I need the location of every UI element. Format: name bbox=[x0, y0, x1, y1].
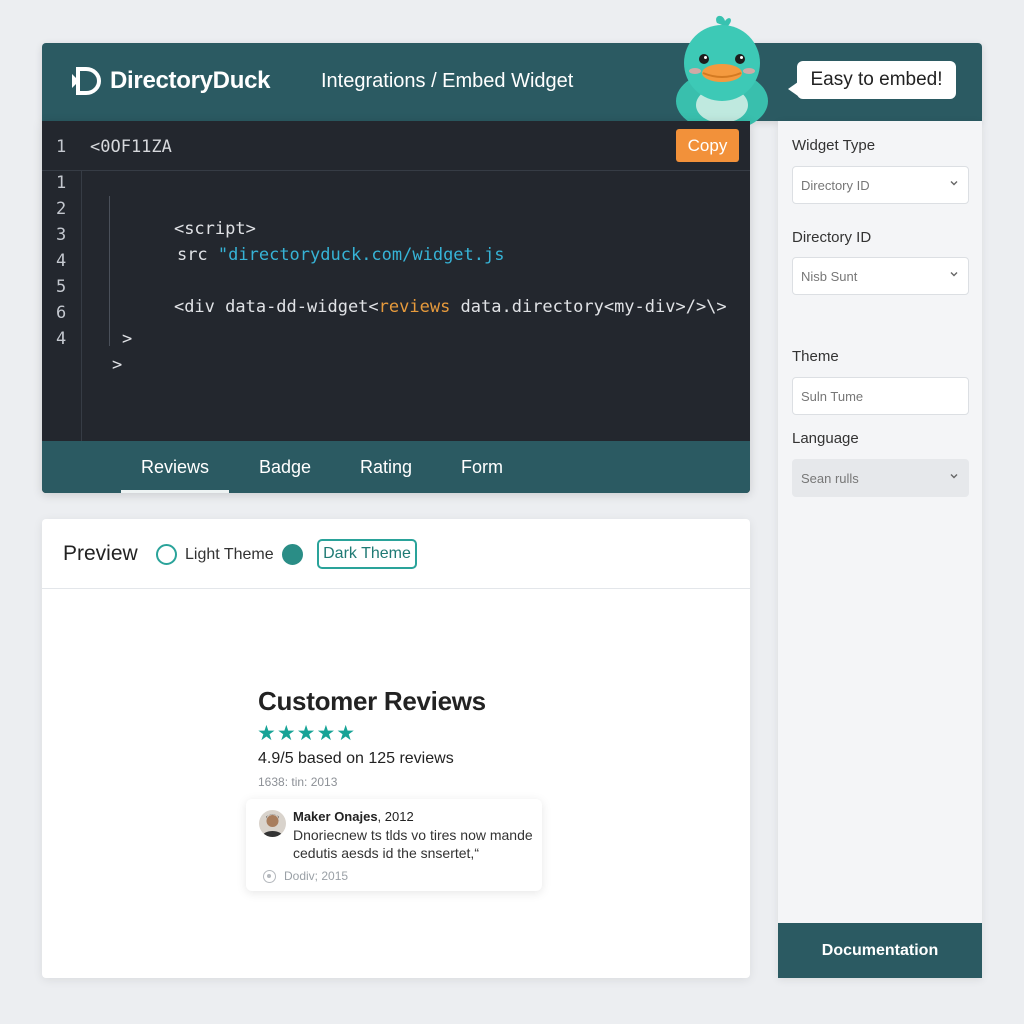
preview-panel: Preview Light Theme Dark Theme Customer … bbox=[42, 519, 750, 978]
language-label: Language bbox=[792, 430, 859, 447]
tab-form[interactable]: Form bbox=[442, 441, 522, 493]
directory-id-label: Directory ID bbox=[792, 229, 872, 246]
line-number: 6 bbox=[56, 303, 67, 323]
avatar bbox=[259, 810, 286, 837]
brand-name: DirectoryDuck bbox=[110, 67, 271, 94]
review-body: Dnoriecnew ts tlds vo tires now mande ce… bbox=[293, 827, 533, 861]
gutter-divider bbox=[81, 171, 82, 441]
line-number: 2 bbox=[56, 199, 67, 219]
reviewer-name: Maker Onajes, 2012 bbox=[293, 809, 414, 824]
chevron-down-icon bbox=[950, 181, 958, 186]
line-number: 4 bbox=[56, 251, 67, 271]
line-number: 5 bbox=[56, 277, 67, 297]
line-number: 1 bbox=[56, 173, 67, 193]
code-line-div[interactable]: <div data-dd-widget<reviews data.directo… bbox=[133, 277, 727, 337]
language-select[interactable]: Sean rulls bbox=[792, 459, 969, 497]
widget-type-value: Directory ID bbox=[801, 177, 870, 193]
review-footer: Dodiv; 2015 bbox=[263, 869, 348, 883]
brand[interactable]: DirectoryDuck bbox=[70, 65, 270, 97]
code-header: 1 <0OF11ZA Copy bbox=[42, 121, 750, 171]
widget-tabs: Reviews Badge Rating Form bbox=[42, 441, 750, 493]
tab-reviews[interactable]: Reviews bbox=[121, 441, 229, 493]
code-string: "directoryduck.com/widget.js bbox=[217, 245, 505, 265]
tab-rating[interactable]: Rating bbox=[346, 441, 426, 493]
review-year: , 2012 bbox=[377, 809, 414, 824]
duck-mascot-icon bbox=[676, 15, 768, 125]
breadcrumb: Integrations / Embed Widget bbox=[321, 70, 574, 92]
code-line-close[interactable]: > bbox=[112, 355, 122, 375]
logo-icon bbox=[72, 67, 102, 95]
light-theme-label[interactable]: Light Theme bbox=[185, 546, 274, 564]
app-header: DirectoryDuck Integrations / Embed Widge… bbox=[42, 15, 982, 125]
chevron-down-icon bbox=[950, 272, 958, 277]
language-value: Sean rulls bbox=[801, 470, 859, 486]
code-line-close[interactable]: > bbox=[122, 329, 132, 349]
review-footer-text: Dodiv; 2015 bbox=[284, 869, 349, 883]
code-token: data.directory<my-div>/>\> bbox=[450, 297, 727, 317]
line-number: 1 bbox=[56, 137, 67, 157]
widget-type-select[interactable]: Directory ID bbox=[792, 166, 969, 204]
code-token: src bbox=[176, 245, 218, 265]
line-number: 3 bbox=[56, 225, 67, 245]
directory-id-select[interactable]: Nisb Sunt bbox=[792, 257, 969, 295]
copy-button[interactable]: Copy bbox=[676, 129, 739, 162]
star-icon: ★★★★★ bbox=[257, 722, 357, 745]
radio-icon[interactable] bbox=[282, 544, 303, 565]
radio-icon[interactable] bbox=[156, 544, 177, 565]
theme-input[interactable]: Suln Tume bbox=[792, 377, 969, 415]
reviewer-name-text: Maker Onajes bbox=[293, 809, 378, 824]
location-icon bbox=[263, 869, 276, 883]
code-attribute: reviews bbox=[378, 297, 451, 317]
preview-title: Preview bbox=[63, 542, 138, 565]
review-card: Maker Onajes, 2012 Dnoriecnew ts tlds vo… bbox=[246, 799, 542, 891]
code-header-text: <0OF11ZA bbox=[90, 137, 172, 157]
settings-sidebar: Widget Type Directory ID Directory ID Ni… bbox=[778, 121, 982, 978]
rating-meta: 1638: tin: 2013 bbox=[258, 775, 338, 789]
chevron-down-icon bbox=[950, 474, 958, 479]
directory-id-value: Nisb Sunt bbox=[801, 268, 858, 284]
line-number: 4 bbox=[56, 329, 67, 349]
code-panel: 1 <0OF11ZA Copy 1 2 3 4 5 6 4 <script> s… bbox=[42, 121, 750, 493]
indent-guide bbox=[109, 196, 110, 346]
tab-badge[interactable]: Badge bbox=[245, 441, 325, 493]
dark-theme-option[interactable]: Dark Theme bbox=[317, 539, 417, 569]
preview-header: Preview Light Theme Dark Theme bbox=[42, 519, 750, 589]
widget-type-label: Widget Type bbox=[792, 137, 876, 154]
theme-value: Suln Tume bbox=[801, 388, 864, 404]
rating-summary: 4.9/5 based on 125 reviews bbox=[258, 750, 454, 767]
theme-label: Theme bbox=[792, 348, 839, 365]
speech-bubble: Easy to embed! bbox=[788, 61, 956, 99]
reviews-title: Customer Reviews bbox=[258, 686, 486, 716]
documentation-button[interactable]: Documentation bbox=[778, 923, 982, 978]
code-token: <div data-dd-widget< bbox=[173, 297, 379, 317]
code-line-src[interactable]: src "directoryduck.com/widget.js bbox=[136, 225, 505, 285]
